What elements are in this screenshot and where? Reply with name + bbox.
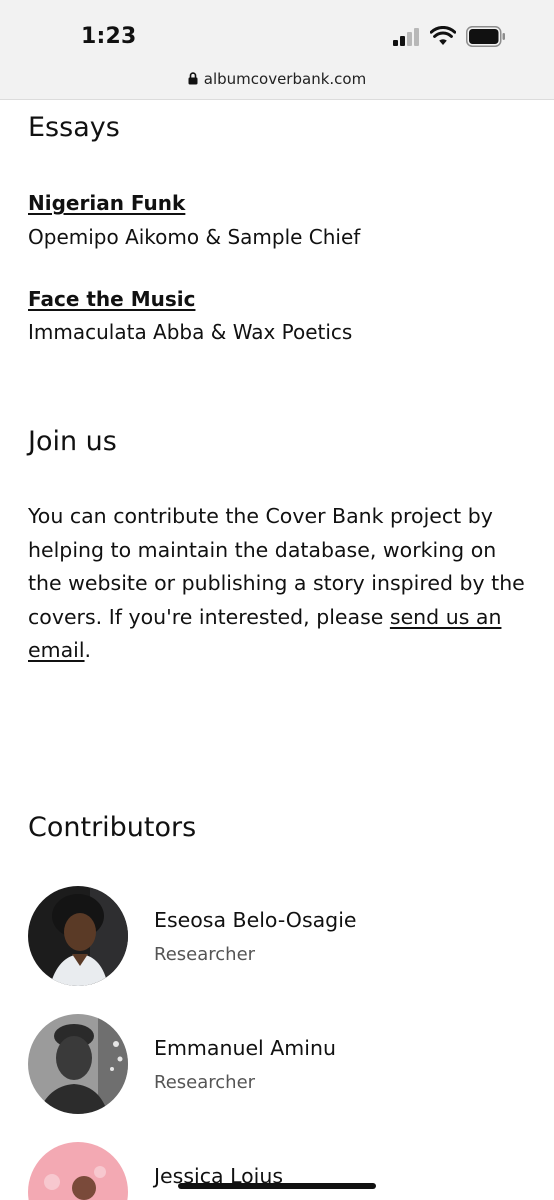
join-us-end: . — [84, 638, 92, 662]
avatar — [28, 1142, 128, 1200]
avatar — [28, 1014, 128, 1114]
essays-heading: Essays — [28, 112, 120, 143]
contributor-item: Emmanuel Aminu Researcher — [28, 1014, 528, 1114]
join-us-text: You can contribute the Cover Bank projec… — [28, 500, 528, 668]
join-us-heading: Join us — [28, 426, 117, 457]
essay-authors: Opemipo Aikomo & Sample Chief — [28, 225, 361, 249]
avatar — [28, 886, 128, 986]
status-bar: 1:23 albumcoverbank.com — [0, 0, 554, 100]
essay-authors: Immaculata Abba & Wax Poetics — [28, 320, 353, 344]
url-text: albumcoverbank.com — [203, 70, 367, 88]
home-indicator[interactable] — [178, 1183, 376, 1189]
essay-link-nigerian-funk[interactable]: Nigerian Funk — [28, 191, 185, 215]
signal-icon — [393, 28, 421, 46]
contributor-name: Emmanuel Aminu — [154, 1036, 336, 1060]
contributor-name: Eseosa Belo-Osagie — [154, 908, 357, 932]
wifi-icon — [430, 26, 456, 45]
contributor-role: Researcher — [154, 1072, 256, 1093]
contributor-role: Researcher — [154, 944, 256, 965]
contributor-item: Eseosa Belo-Osagie Researcher — [28, 886, 528, 986]
lock-icon — [188, 72, 198, 85]
address-bar[interactable]: albumcoverbank.com — [0, 70, 554, 88]
battery-icon — [466, 26, 505, 47]
contributors-heading: Contributors — [28, 812, 197, 843]
essay-link-face-the-music[interactable]: Face the Music — [28, 287, 195, 311]
contributor-item: Jessica Loius — [28, 1142, 528, 1200]
status-time: 1:23 — [81, 24, 137, 49]
